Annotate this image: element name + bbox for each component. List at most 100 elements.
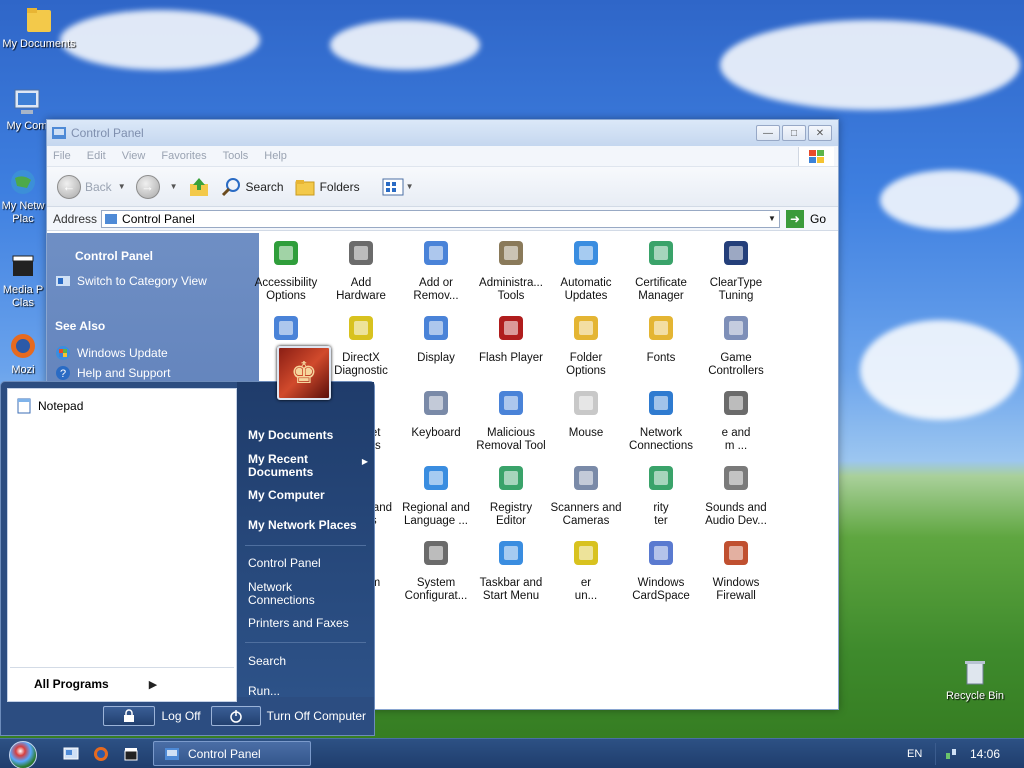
control-panel-item-label: Windows	[637, 577, 685, 589]
language-indicator[interactable]: EN	[907, 748, 927, 760]
start-item-notepad[interactable]: Notepad	[16, 398, 83, 414]
control-panel-item[interactable]: rity ter	[621, 462, 701, 528]
folders-button[interactable]: Folders	[294, 176, 360, 198]
control-panel-item-icon	[724, 316, 748, 340]
maximize-button[interactable]: □	[782, 125, 806, 141]
clock[interactable]: 14:06	[970, 747, 1000, 761]
all-programs-button[interactable]: All Programs ▶	[34, 677, 157, 691]
show-desktop-icon[interactable]	[63, 746, 79, 762]
address-field[interactable]: Control Panel ▼	[101, 209, 780, 228]
control-panel-item[interactable]: er un...	[546, 537, 626, 603]
chevron-down-icon[interactable]: ▼	[765, 214, 779, 223]
desktop-icon-media-player-classic[interactable]: Media P Clas	[0, 250, 46, 310]
menu-favorites[interactable]: Favorites	[161, 150, 206, 162]
computer-icon	[11, 86, 43, 118]
control-panel-item-label: Language ...	[404, 515, 468, 527]
cloud	[60, 10, 260, 70]
control-panel-item[interactable]: Keyboard	[396, 387, 476, 440]
control-panel-item[interactable]: Regional and Language ...	[396, 462, 476, 528]
control-panel-item-label: Regional and	[402, 502, 470, 514]
minimize-button[interactable]: —	[756, 125, 780, 141]
control-panel-item-label: Add	[350, 277, 372, 289]
start-my-documents[interactable]: My Documents	[248, 429, 333, 442]
start-button[interactable]	[9, 741, 37, 768]
film-clapper-icon	[7, 250, 39, 282]
control-panel-item[interactable]: Network Connections	[621, 387, 701, 453]
control-panel-item[interactable]: Administra... Tools	[471, 237, 551, 303]
control-panel-item[interactable]: System Configurat...	[396, 537, 476, 603]
menu-help[interactable]: Help	[264, 150, 287, 162]
desktop-icon-my-computer[interactable]: My Com	[2, 86, 52, 133]
control-panel-item-icon	[649, 316, 673, 340]
control-panel-item[interactable]: Add or Remov...	[396, 237, 476, 303]
switch-category-view-link[interactable]: Switch to Category View	[55, 273, 207, 289]
control-panel-item-label: m ...	[724, 440, 748, 452]
control-panel-item-label: er	[580, 577, 592, 589]
forward-button[interactable]: → ▼	[135, 174, 178, 199]
start-my-network-places[interactable]: My Network Places	[248, 519, 357, 532]
control-panel-item-icon	[274, 316, 298, 340]
control-panel-item[interactable]: Accessibility Options	[246, 237, 326, 303]
control-panel-item[interactable]: Add Hardware	[321, 237, 401, 303]
control-panel-item-label: Firewall	[716, 590, 756, 602]
control-panel-item[interactable]: Scanners and Cameras	[546, 462, 626, 528]
user-picture-chess-icon[interactable]: ♚	[277, 346, 331, 400]
control-panel-item[interactable]: Taskbar and Start Menu	[471, 537, 551, 603]
control-panel-item-icon	[499, 541, 523, 565]
log-off-button[interactable]: Log Off	[103, 706, 201, 726]
back-button[interactable]: ← Back ▼	[57, 174, 126, 199]
media-player-icon[interactable]	[123, 746, 139, 762]
menu-tools[interactable]: Tools	[223, 150, 249, 162]
start-control-panel[interactable]: Control Panel	[248, 557, 321, 570]
start-my-recent-documents[interactable]: My Recent Documents ▶	[248, 453, 368, 479]
up-folder-button[interactable]	[188, 176, 210, 198]
start-search[interactable]: Search	[248, 655, 286, 668]
search-button[interactable]: Search	[220, 176, 284, 198]
control-panel-item[interactable]: Windows CardSpace	[621, 537, 701, 603]
control-panel-item[interactable]: Automatic Updates	[546, 237, 626, 303]
control-panel-item[interactable]: Registry Editor	[471, 462, 551, 528]
control-panel-icon	[165, 747, 179, 760]
firefox-icon[interactable]	[93, 746, 109, 762]
window-titlebar[interactable]: Control Panel — □ ✕	[47, 120, 838, 146]
desktop-icon-recycle-bin[interactable]: Recycle Bin	[938, 656, 1012, 703]
taskbar-button-control-panel[interactable]: Control Panel	[153, 741, 311, 766]
separator	[10, 667, 234, 668]
separator	[935, 743, 936, 765]
start-network-connections[interactable]: Network Connections	[248, 581, 315, 607]
menu-file[interactable]: File	[53, 150, 71, 162]
power-icon	[210, 706, 261, 726]
control-panel-item[interactable]: Folder Options	[546, 312, 626, 378]
control-panel-item-label: rity	[653, 502, 669, 514]
control-panel-item[interactable]: Game Controllers	[696, 312, 776, 378]
control-panel-item[interactable]: Certificate Manager	[621, 237, 701, 303]
turn-off-button[interactable]: Turn Off Computer	[210, 706, 366, 726]
control-panel-item[interactable]: Sounds and Audio Dev...	[696, 462, 776, 528]
close-button[interactable]: ✕	[808, 125, 832, 141]
start-my-computer[interactable]: My Computer	[248, 489, 325, 502]
desktop-icon-my-documents[interactable]: My Documents	[2, 4, 76, 51]
start-printers-faxes[interactable]: Printers and Faxes	[248, 617, 349, 630]
control-panel-item[interactable]: Malicious Removal Tool	[471, 387, 551, 453]
control-panel-item-icon	[424, 466, 448, 490]
control-panel-item-icon	[724, 241, 748, 265]
task-pane-heading: Control Panel	[75, 249, 154, 263]
control-panel-item[interactable]: Windows Firewall	[696, 537, 776, 603]
control-panel-item-icon	[499, 466, 523, 490]
views-button[interactable]: ▼	[382, 177, 414, 197]
menu-view[interactable]: View	[122, 150, 146, 162]
control-panel-item[interactable]: Flash Player	[471, 312, 551, 365]
control-panel-item[interactable]: Fonts	[621, 312, 701, 365]
system-tray: EN 14:06	[899, 739, 1024, 768]
control-panel-item[interactable]: Display	[396, 312, 476, 365]
control-panel-item-label: un...	[574, 590, 598, 602]
menu-edit[interactable]: Edit	[87, 150, 106, 162]
network-tray-icon[interactable]	[944, 747, 958, 761]
control-panel-item[interactable]: e and m ...	[696, 387, 776, 453]
desktop-icon-my-network-places[interactable]: My Netw Plac	[0, 166, 46, 226]
go-button[interactable]: ➜ Go	[785, 209, 826, 228]
control-panel-item[interactable]: Mouse	[546, 387, 626, 440]
control-panel-item[interactable]: ClearType Tuning	[696, 237, 776, 303]
control-panel-item-label: Audio Dev...	[705, 515, 767, 527]
toolbar: ← Back ▼ → ▼ Search Folders ▼	[47, 167, 838, 207]
